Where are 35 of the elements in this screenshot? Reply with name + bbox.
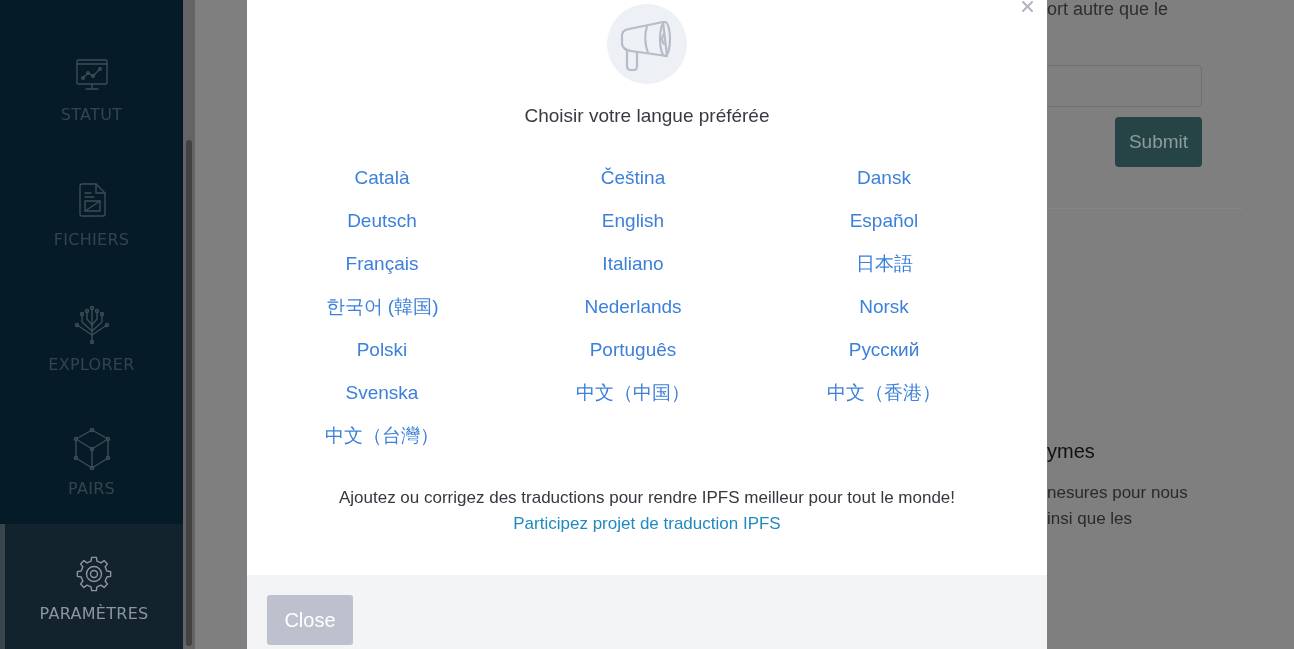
- language-link[interactable]: Français: [345, 251, 419, 276]
- language-link[interactable]: Svenska: [345, 380, 419, 405]
- submit-button[interactable]: Submit: [1115, 117, 1202, 167]
- language-link[interactable]: Català: [354, 165, 410, 190]
- language-link[interactable]: 中文（台灣）: [325, 423, 439, 448]
- translation-project-link[interactable]: Participez projet de traduction IPFS: [513, 511, 781, 537]
- megaphone-icon: [607, 4, 687, 84]
- nav-item[interactable]: PARAMÈTRES: [0, 524, 183, 649]
- cube-icon: [72, 428, 111, 471]
- dialog-title: Choisir votre langue préférée: [524, 104, 770, 128]
- language-link[interactable]: 日本語: [855, 251, 913, 276]
- section-paragraph: nesures pour nous insi que les: [1047, 482, 1188, 530]
- branching-tree-icon: [72, 304, 111, 345]
- language-link[interactable]: Español: [849, 208, 919, 233]
- language-link[interactable]: Deutsch: [347, 208, 417, 233]
- language-link[interactable]: Dansk: [857, 165, 911, 190]
- settings-icon: [76, 556, 112, 593]
- language-link[interactable]: Italiano: [602, 251, 664, 276]
- help-text: Ajoutez ou corrigez des traductions pour rendre IPFS meilleur pour tout le monde!: [338, 487, 956, 509]
- document-icon: [77, 182, 106, 217]
- chart-monitor-icon: [74, 58, 109, 92]
- language-link[interactable]: Русский: [848, 337, 920, 362]
- language-link[interactable]: Polski: [356, 337, 408, 362]
- language-link[interactable]: 한국어 (韓国): [325, 294, 439, 319]
- section-heading: ymes: [1047, 439, 1096, 463]
- close-icon[interactable]: [1022, 1, 1033, 12]
- language-link[interactable]: English: [601, 208, 665, 233]
- language-link[interactable]: Português: [589, 337, 677, 362]
- language-link[interactable]: 中文（中国）: [576, 380, 690, 405]
- body-text: ort autre que le: [1047, 0, 1170, 18]
- language-link[interactable]: Nederlands: [584, 294, 682, 319]
- scrollbar-thumb[interactable]: [186, 140, 192, 646]
- language-link[interactable]: Čeština: [600, 165, 666, 190]
- language-link[interactable]: Norsk: [859, 294, 909, 319]
- language-link[interactable]: 中文（香港）: [827, 380, 941, 405]
